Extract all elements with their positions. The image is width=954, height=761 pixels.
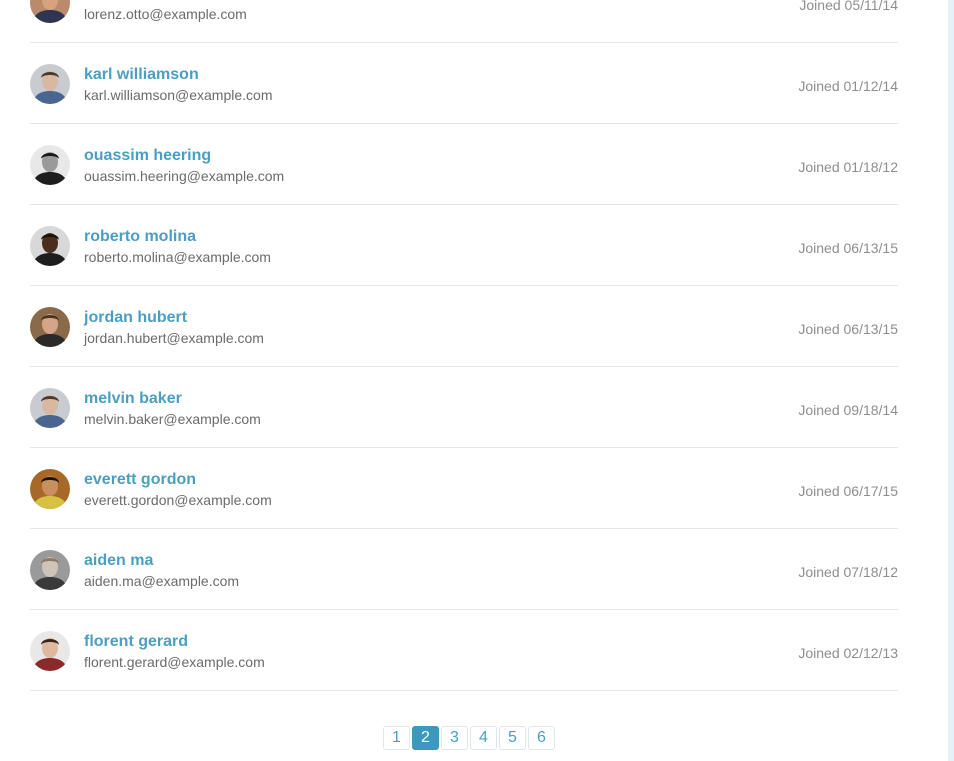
user-list: lorenz.otto@example.com Joined 05/11/14 …	[30, 0, 898, 691]
avatar-photo-icon	[30, 631, 70, 671]
user-name-link[interactable]: karl williamson	[84, 66, 199, 84]
user-directory-page: lorenz.otto@example.com Joined 05/11/14 …	[0, 0, 954, 761]
avatar[interactable]	[30, 0, 70, 23]
pagination: 123456	[383, 726, 557, 750]
user-email: everett.gordon@example.com	[84, 492, 272, 508]
joined-date: Joined 01/18/12	[798, 159, 898, 175]
page-2-button[interactable]: 2	[412, 726, 439, 750]
user-name-link[interactable]: everett gordon	[84, 471, 196, 489]
page-6-button[interactable]: 6	[528, 726, 555, 750]
joined-date: Joined 09/18/14	[798, 402, 898, 418]
user-name-link[interactable]: florent gerard	[84, 633, 188, 651]
user-name-link[interactable]: aiden ma	[84, 552, 153, 570]
joined-date: Joined 02/12/13	[798, 645, 898, 661]
avatar[interactable]	[30, 145, 70, 185]
avatar-photo-icon	[30, 226, 70, 266]
user-list-item: roberto molina roberto.molina@example.co…	[30, 205, 898, 286]
user-email: karl.williamson@example.com	[84, 87, 273, 103]
avatar[interactable]	[30, 631, 70, 671]
user-list-item: jordan hubert jordan.hubert@example.com …	[30, 286, 898, 367]
user-name-link[interactable]: jordan hubert	[84, 309, 187, 327]
joined-date: Joined 06/13/15	[798, 321, 898, 337]
user-list-item: ouassim heering ouassim.heering@example.…	[30, 124, 898, 205]
page-4-button[interactable]: 4	[470, 726, 497, 750]
avatar[interactable]	[30, 469, 70, 509]
user-list-item: florent gerard florent.gerard@example.co…	[30, 610, 898, 691]
page-3-button[interactable]: 3	[441, 726, 468, 750]
avatar-photo-icon	[30, 388, 70, 428]
user-email: ouassim.heering@example.com	[84, 168, 285, 184]
user-email: aiden.ma@example.com	[84, 573, 240, 589]
avatar-photo-icon	[30, 0, 70, 23]
user-list-item: lorenz.otto@example.com Joined 05/11/14	[30, 0, 898, 43]
joined-date: Joined 01/12/14	[798, 78, 898, 94]
avatar[interactable]	[30, 550, 70, 590]
avatar-photo-icon	[30, 469, 70, 509]
user-email: roberto.molina@example.com	[84, 249, 271, 265]
user-name-link[interactable]: melvin baker	[84, 390, 182, 408]
user-list-item: aiden ma aiden.ma@example.com Joined 07/…	[30, 529, 898, 610]
user-name-link[interactable]: ouassim heering	[84, 147, 211, 165]
user-list-item: karl williamson karl.williamson@example.…	[30, 43, 898, 124]
avatar-photo-icon	[30, 145, 70, 185]
page-5-button[interactable]: 5	[499, 726, 526, 750]
avatar-photo-icon	[30, 64, 70, 104]
joined-date: Joined 06/13/15	[798, 240, 898, 256]
avatar[interactable]	[30, 226, 70, 266]
joined-date: Joined 05/11/14	[799, 0, 898, 13]
user-list-item: everett gordon everett.gordon@example.co…	[30, 448, 898, 529]
page-1-button[interactable]: 1	[383, 726, 410, 750]
avatar-photo-icon	[30, 550, 70, 590]
avatar[interactable]	[30, 307, 70, 347]
joined-date: Joined 07/18/12	[798, 564, 898, 580]
user-email: jordan.hubert@example.com	[84, 330, 264, 346]
avatar[interactable]	[30, 388, 70, 428]
avatar-photo-icon	[30, 307, 70, 347]
user-list-item: melvin baker melvin.baker@example.com Jo…	[30, 367, 898, 448]
page-edge-scrollbar	[948, 0, 954, 761]
avatar[interactable]	[30, 64, 70, 104]
user-email: florent.gerard@example.com	[84, 654, 265, 670]
user-name-link[interactable]: roberto molina	[84, 228, 196, 246]
user-email: lorenz.otto@example.com	[84, 6, 247, 22]
user-email: melvin.baker@example.com	[84, 411, 261, 427]
joined-date: Joined 06/17/15	[798, 483, 898, 499]
